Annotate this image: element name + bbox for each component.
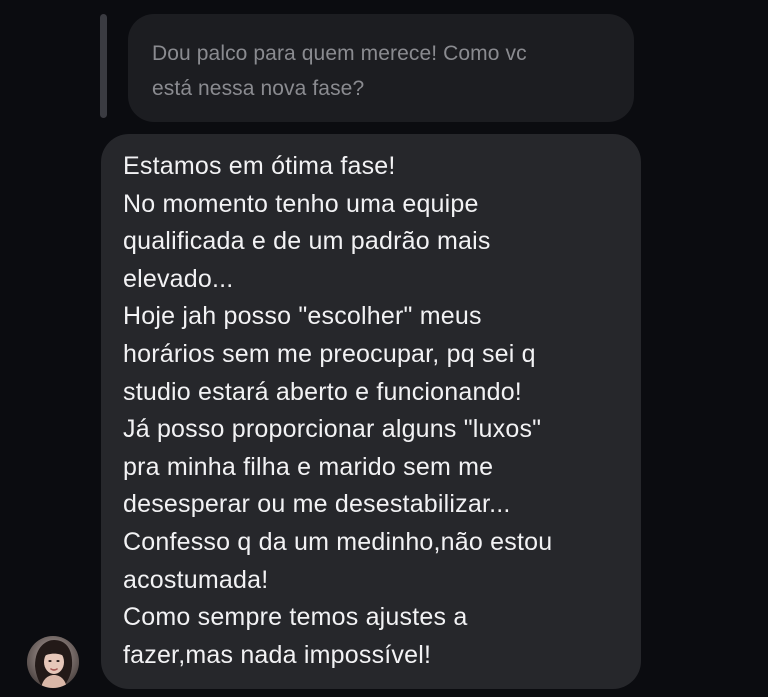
message-line: elevado... [123, 264, 234, 293]
message-line: acostumada! [123, 565, 269, 594]
message-line: Como sempre temos ajustes a [123, 603, 468, 632]
reply-indicator-bar [100, 14, 107, 118]
message-line: No momento tenho uma equipe [123, 189, 479, 218]
sender-avatar[interactable] [27, 636, 79, 688]
avatar-icon [27, 636, 79, 688]
message-bubble[interactable]: Estamos em ótima fase! No momento tenho … [101, 134, 641, 689]
quoted-message-bubble[interactable]: Dou palco para quem merece! Como vc está… [128, 14, 634, 122]
message-line: horários sem me preocupar, pq sei q [123, 339, 536, 368]
message-text: Estamos em ótima fase! No momento tenho … [123, 148, 619, 674]
message-line: Confesso q da um medinho,não estou [123, 527, 553, 556]
message-line: Já posso proporcionar alguns "luxos" [123, 415, 542, 444]
message-line: studio estará aberto e funcionando! [123, 377, 522, 406]
message-line: desesperar ou me desestabilizar... [123, 490, 511, 519]
message-line: pra minha filha e marido sem me [123, 452, 494, 481]
reply-context[interactable]: Dou palco para quem merece! Como vc está… [100, 12, 640, 122]
message-line: Estamos em ótima fase! [123, 152, 396, 180]
message-line: qualificada e de um padrão mais [123, 227, 491, 256]
message-line: Hoje jah posso "escolher" meus [123, 302, 482, 331]
quoted-message-text: Dou palco para quem merece! Como vc está… [152, 42, 527, 100]
message-line: fazer,mas nada impossível! [123, 640, 432, 669]
